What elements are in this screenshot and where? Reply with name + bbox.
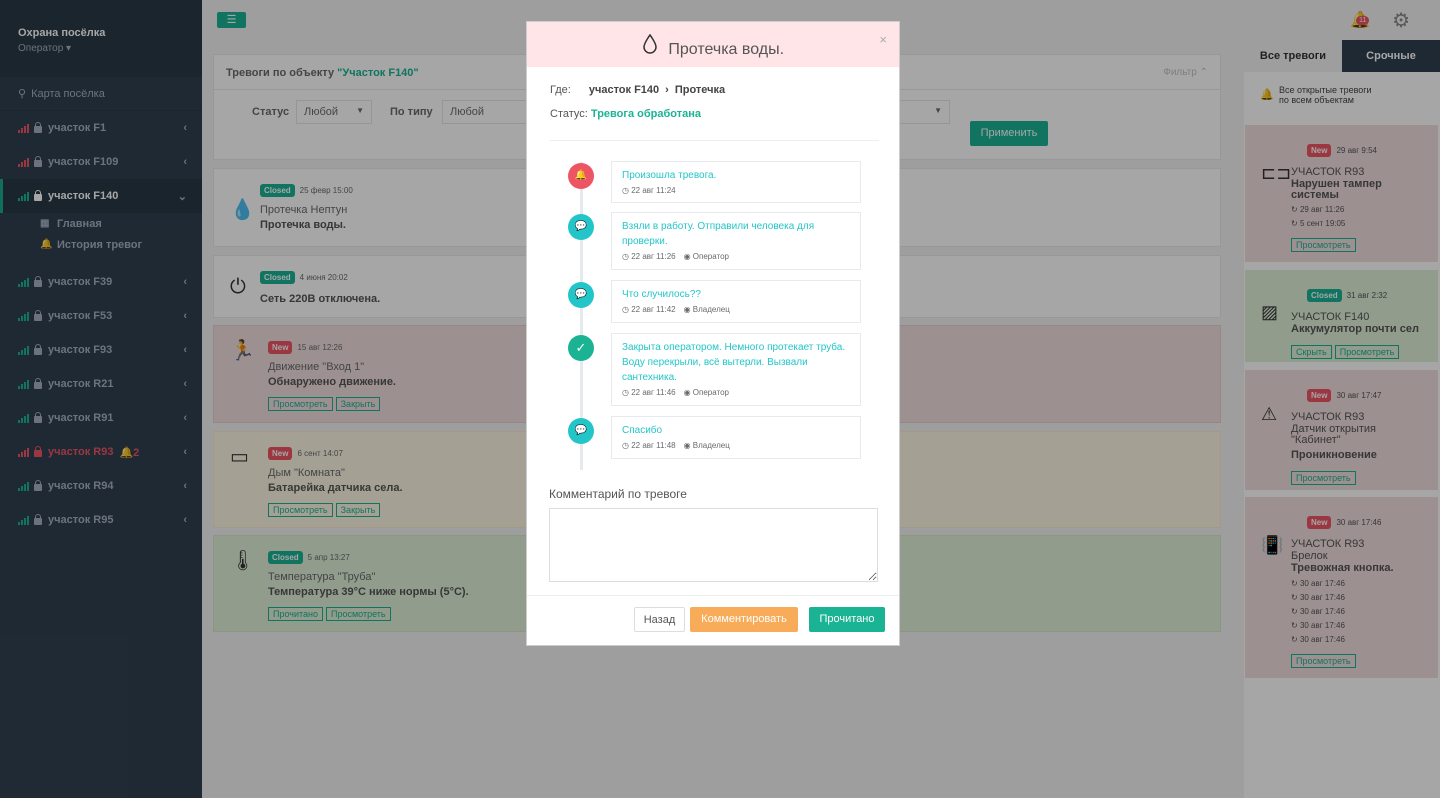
timeline-author: Оператор [692,252,729,261]
comment-button[interactable]: Комментировать [690,607,798,632]
comment-label: Комментарий по тревоге [549,487,687,501]
clock-icon: ◷ [622,441,632,450]
timeline-text: Произошла тревога. [622,170,717,181]
modal-title: Протечка воды. [668,41,785,58]
check-icon: ✓ [568,335,594,361]
timeline-author: Владелец [692,441,730,450]
timeline-entry: Взяли в работу. Отправили человека для п… [611,212,861,270]
clock-icon: ◷ [622,388,632,397]
timeline-meta: ◷ 22 авг 11:42 ◉ Владелец [622,305,850,314]
timeline-text: Что случилось?? [622,289,701,300]
timeline-meta: ◷ 22 авг 11:26 ◉ Оператор [622,252,850,261]
timeline-text: Спасибо [622,425,663,436]
modal-header: Протечка воды. × [527,22,899,67]
comment-textarea[interactable] [549,508,878,582]
timeline-entry: Закрыта оператором. Немного протекает тр… [611,333,861,406]
timeline-time: 22 авг 11:24 [631,186,676,195]
comment-icon: 💬 [568,214,594,240]
timeline-meta: ◷ 22 авг 11:24 [622,186,850,195]
timeline-time: 22 авг 11:46 [631,388,676,397]
user-icon: ◉ [683,252,693,261]
modal-where: Где: участок F140 › Протечка [550,84,726,96]
timeline-time: 22 авг 11:42 [631,305,676,314]
clock-icon: ◷ [622,186,632,195]
modal-footer: Назад Комментировать Прочитано [527,595,899,645]
timeline-author: Владелец [692,305,730,314]
user-icon: ◉ [683,441,693,450]
bell-icon: 🔔 [568,163,594,189]
timeline-time: 22 авг 11:26 [631,252,676,261]
water-drop-icon [642,33,658,59]
user-icon: ◉ [683,388,693,397]
timeline-meta: ◷ 22 авг 11:46 ◉ Оператор [622,388,850,397]
timeline-text: Взяли в работу. Отправили человека для п… [622,221,815,247]
timeline-entry: Спасибо ◷ 22 авг 11:48 ◉ Владелец [611,416,861,459]
timeline-meta: ◷ 22 авг 11:48 ◉ Владелец [622,441,850,450]
comment-icon: 💬 [568,282,594,308]
timeline-author: Оператор [692,388,729,397]
comment-icon: 💬 [568,418,594,444]
clock-icon: ◷ [622,252,632,261]
timeline-entry: Произошла тревога. ◷ 22 авг 11:24 [611,161,861,203]
user-icon: ◉ [683,305,693,314]
mark-read-button[interactable]: Прочитано [809,607,885,632]
close-icon[interactable]: × [879,32,887,47]
back-button[interactable]: Назад [634,607,685,632]
clock-icon: ◷ [622,305,632,314]
modal-status: Статус: Тревога обработана [550,108,701,120]
timeline-text: Закрыта оператором. Немного протекает тр… [622,342,846,383]
timeline-time: 22 авг 11:48 [631,441,676,450]
alarm-modal: Протечка воды. × Где: участок F140 › Протеч… [526,21,900,646]
timeline-entry: Что случилось?? ◷ 22 авг 11:42 ◉ Владелец [611,280,861,323]
